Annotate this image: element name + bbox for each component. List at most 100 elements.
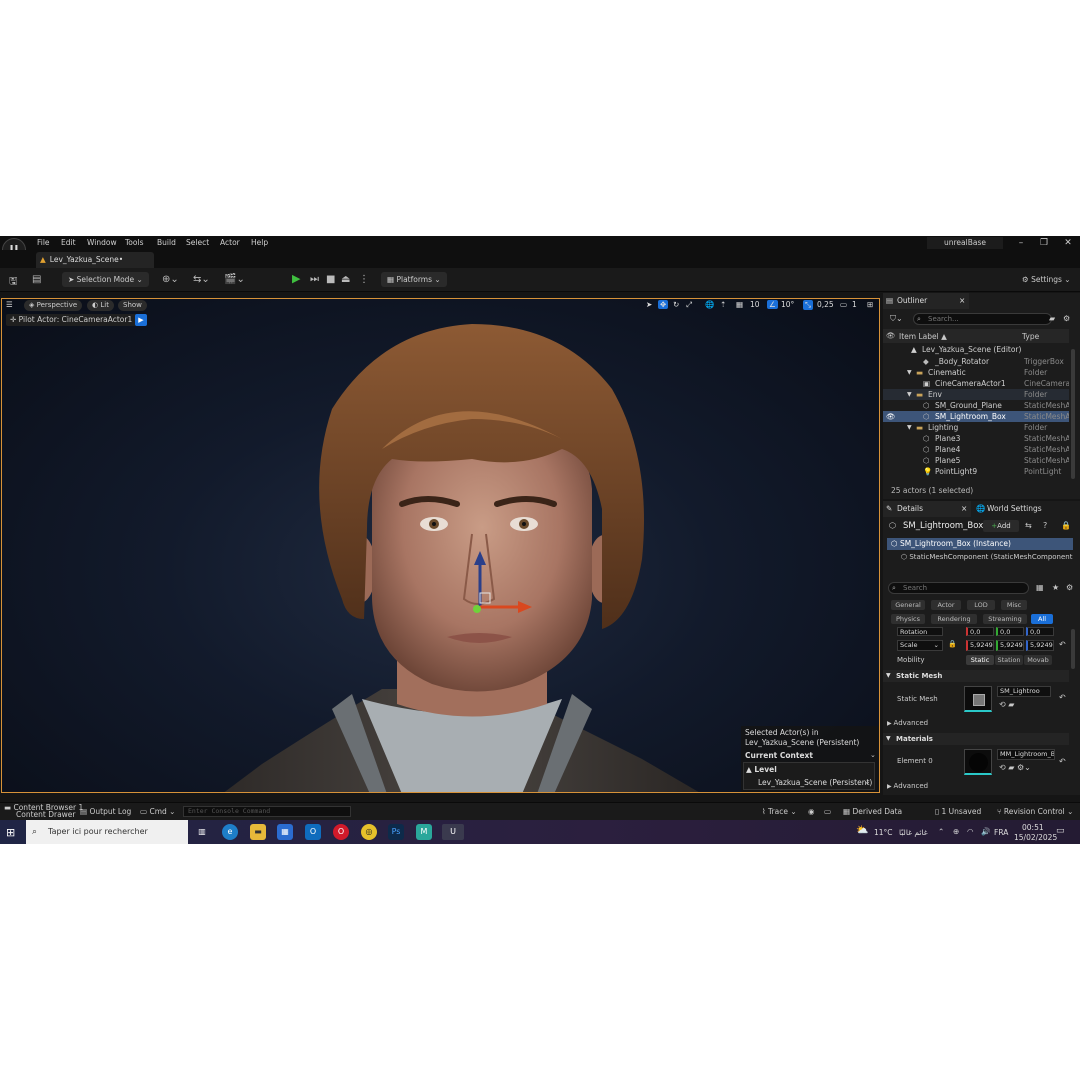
material-thumbnail[interactable] [964, 749, 992, 775]
static-mesh-thumbnail[interactable] [964, 686, 992, 712]
cinematics-icon[interactable]: 🎬⌄ [224, 274, 245, 285]
close-icon[interactable]: ✕ [1061, 238, 1075, 248]
tree-row-level[interactable]: ▲ Lev_Yazkua_Scene (Editor) [883, 344, 1069, 355]
chevron-down-icon[interactable]: ▼ [907, 389, 912, 400]
trace-dropdown[interactable]: ⌇ Trace ⌄ [762, 807, 797, 816]
wifi-icon[interactable]: ◠ [967, 827, 974, 836]
eye-icon[interactable]: 👁 [886, 331, 896, 340]
tree-row[interactable]: ▣ CineCameraActor1 CineCameraA [883, 378, 1069, 389]
static-mesh-section[interactable]: ▼ Static Mesh [883, 670, 1069, 682]
maya-icon[interactable]: M [416, 824, 432, 840]
help-icon[interactable]: ? [1043, 521, 1047, 530]
chevron-down-icon[interactable]: ⌄ [870, 751, 876, 759]
more-options-icon[interactable]: ⋮ [359, 274, 369, 285]
filter-rendering[interactable]: Rendering [931, 614, 977, 624]
play-icon[interactable]: ▶ [292, 272, 300, 285]
perspective-button[interactable]: ◈ Perspective [24, 300, 83, 311]
camera-icon[interactable]: ▶ [135, 314, 147, 326]
show-button[interactable]: Show [118, 300, 147, 311]
store-icon[interactable]: ▦ [277, 824, 293, 840]
outliner-scrollbar[interactable] [1071, 349, 1075, 479]
revision-control-button[interactable]: ⑂ Revision Control ⌄ [997, 807, 1073, 816]
language-indicator[interactable]: FRA [994, 828, 1008, 837]
mobility-stationary[interactable]: Station [995, 655, 1023, 665]
surface-snap-icon[interactable]: ⇡ [720, 300, 726, 309]
scale-snap-icon[interactable]: ⤡ [803, 300, 813, 310]
tree-row[interactable]: ⬡ SM_Ground_Plane StaticMeshAc [883, 400, 1069, 411]
weather-icon[interactable]: ⛅ [856, 825, 868, 836]
windows-start-icon[interactable]: ⊞ [6, 826, 15, 839]
details-scrollbar[interactable] [1071, 629, 1075, 669]
chevron-down-icon[interactable]: ⌄ [864, 777, 871, 786]
weather-text[interactable]: غائم غالبًا [899, 828, 928, 837]
browse-asset-icon[interactable]: ⟲ ▰ ⚙⌄ [999, 763, 1031, 772]
weather-temp[interactable]: 11°C [874, 828, 893, 837]
mobility-movable[interactable]: Movab [1024, 655, 1052, 665]
chrome-icon[interactable]: ◎ [361, 824, 377, 840]
level-viewport[interactable]: ☰ ◈ Perspective ◐ Lit Show ➤ ✥ ↻ ⤢ 🌐 ⇡ ▦… [1, 298, 880, 793]
select-tool-icon[interactable]: ➤ [646, 300, 652, 309]
outliner-tab[interactable]: ▤ Outliner × [883, 293, 969, 309]
opera-icon[interactable]: O [333, 824, 349, 840]
context-level-value[interactable]: Lev_Yazkua_Scene (Persistent) [758, 778, 872, 787]
screenshot-icon[interactable]: ▭ [824, 807, 831, 816]
outliner-search-input[interactable]: ⌕ Search... [913, 313, 1052, 325]
clock-time[interactable]: 00:51 [1022, 823, 1044, 832]
settings-dropdown[interactable]: ⚙ Settings ⌄ [1016, 272, 1077, 287]
grid-snap-icon[interactable]: ▦ [736, 300, 743, 309]
scale-snap-value[interactable]: 0,25 [817, 300, 834, 309]
component-row[interactable]: ⬡ StaticMeshComponent (StaticMeshCompone… [901, 552, 1073, 563]
eye-icon[interactable]: 👁 [886, 411, 896, 422]
gear-icon[interactable]: ⚙ [1063, 314, 1070, 323]
edge-icon[interactable]: e [222, 824, 238, 840]
chevron-down-icon[interactable]: ▼ [907, 422, 912, 433]
filter-all[interactable]: All [1031, 614, 1053, 624]
actor-name-field[interactable]: SM_Lightroom_Box [903, 521, 983, 531]
menu-build[interactable]: Build [157, 238, 176, 247]
maximize-icon[interactable]: ❐ [1037, 238, 1051, 248]
filter-streaming[interactable]: Streaming [983, 614, 1027, 624]
menu-tools[interactable]: Tools [125, 238, 143, 247]
table-view-icon[interactable]: ▦ [1036, 583, 1044, 592]
stop-icon[interactable]: ■ [326, 274, 335, 285]
derived-data-button[interactable]: ▦ Derived Data [843, 807, 902, 816]
taskbar-search-input[interactable]: ⌕ Taper ici pour rechercher [26, 820, 188, 844]
lock-icon[interactable]: 🔒 [1061, 521, 1071, 530]
add-content-icon[interactable]: ⊕⌄ [162, 274, 179, 285]
menu-select[interactable]: Select [186, 238, 209, 247]
rotation-y-input[interactable]: 0,0 [996, 627, 1024, 636]
level-tab[interactable]: ▲ Lev_Yazkua_Scene• [36, 252, 154, 268]
task-view-icon[interactable]: ▥ [194, 824, 210, 840]
add-folder-icon[interactable]: ▰ [1049, 314, 1055, 323]
menu-actor[interactable]: Actor [220, 238, 240, 247]
chevron-down-icon[interactable]: ▼ [907, 367, 912, 378]
rotation-snap-icon[interactable]: ∠ [767, 300, 778, 309]
unsaved-button[interactable]: ▯ 1 Unsaved [935, 807, 981, 816]
gear-icon[interactable]: ⚙ [1066, 583, 1073, 592]
materials-section[interactable]: ▼ Materials [883, 733, 1069, 745]
advanced-toggle-1[interactable]: ▶ Advanced [887, 719, 928, 727]
scale-z-input[interactable]: 5,9249! [1026, 640, 1054, 651]
menu-edit[interactable]: Edit [61, 238, 76, 247]
platforms-dropdown[interactable]: ▦ Platforms ⌄ [381, 272, 447, 287]
details-tab[interactable]: ✎ Details × [883, 501, 971, 517]
scale-dropdown[interactable]: Scale ⌄ [897, 640, 943, 651]
tree-row[interactable]: ⬡ Plane3 StaticMeshAc [883, 433, 1069, 444]
menu-window[interactable]: Window [87, 238, 117, 247]
star-icon[interactable]: ★ [1052, 583, 1059, 592]
advance-frame-icon[interactable]: ⏭ [310, 274, 319, 285]
menu-file[interactable]: File [37, 238, 50, 247]
camera-speed-icon[interactable]: ▭ [840, 300, 847, 309]
scale-tool-icon[interactable]: ⤢ [686, 300, 692, 310]
record-icon[interactable]: ◉ [808, 807, 815, 816]
minimize-icon[interactable]: – [1014, 238, 1028, 248]
file-explorer-icon[interactable]: ▬ [250, 824, 266, 840]
browse-asset-icon[interactable]: ⟲ ▰ [999, 700, 1014, 709]
filter-icon[interactable]: ⛉⌄ [890, 314, 903, 324]
rotate-tool-icon[interactable]: ↻ [673, 300, 679, 309]
console-input[interactable]: Enter Console Command [183, 806, 351, 817]
world-settings-tab[interactable]: 🌐 World Settings [973, 501, 1063, 517]
rotation-x-input[interactable]: 0,0 [966, 627, 994, 636]
tree-row[interactable]: ◆ _Body_Rotator TriggerBox [883, 356, 1069, 367]
menu-help[interactable]: Help [251, 238, 268, 247]
